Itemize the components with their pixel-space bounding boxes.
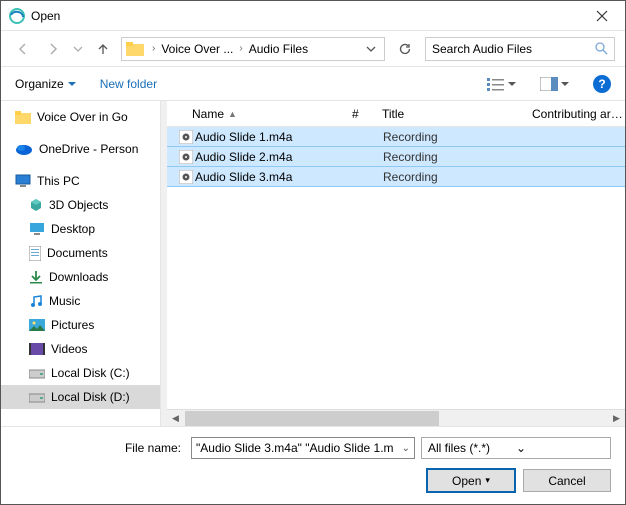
horizontal-scrollbar[interactable]: ◀ ▶	[167, 409, 625, 426]
audio-file-icon	[177, 130, 195, 144]
column-header[interactable]: Name▲ # Title Contributing artist	[167, 101, 625, 127]
pc-icon	[15, 174, 31, 188]
file-pane: Name▲ # Title Contributing artist Audio …	[167, 101, 625, 426]
tree-item[interactable]: Documents	[1, 241, 160, 265]
downloads-icon	[29, 270, 43, 284]
tree-item[interactable]: Local Disk (D:)	[1, 385, 160, 409]
folder-icon	[15, 110, 31, 124]
search-icon	[595, 42, 608, 55]
search-input[interactable]: Search Audio Files	[425, 37, 615, 61]
refresh-button[interactable]	[391, 37, 419, 61]
help-button[interactable]: ?	[593, 75, 611, 93]
music-icon	[29, 294, 43, 308]
desktop-icon	[29, 222, 45, 236]
cancel-button[interactable]: Cancel	[523, 469, 611, 492]
3d-icon	[29, 198, 43, 212]
window-title: Open	[31, 9, 579, 23]
tree-item[interactable]: Downloads	[1, 265, 160, 289]
address-dropdown[interactable]	[360, 44, 382, 54]
file-row[interactable]: Audio Slide 2.m4aRecording	[167, 146, 625, 167]
pictures-icon	[29, 319, 45, 331]
new-folder-button[interactable]: New folder	[100, 77, 157, 91]
close-button[interactable]	[579, 1, 625, 31]
search-placeholder: Search Audio Files	[432, 42, 595, 56]
tree-item[interactable]: This PC	[1, 169, 160, 193]
tree-item[interactable]: Voice Over in Go	[1, 105, 160, 129]
file-list[interactable]: Audio Slide 1.m4aRecordingAudio Slide 2.…	[167, 127, 625, 409]
tree-item[interactable]: Pictures	[1, 313, 160, 337]
folder-icon	[126, 42, 144, 56]
view-mode-button[interactable]	[487, 77, 516, 91]
filter-select[interactable]: All files (*.*) ⌄	[421, 437, 611, 459]
body: Voice Over in Go OneDrive - Person This PC…	[1, 101, 625, 426]
nav-tree[interactable]: Voice Over in Go OneDrive - Person This PC…	[1, 101, 161, 426]
back-button[interactable]	[11, 37, 35, 61]
toolbar: Organize New folder ?	[1, 67, 625, 101]
chevron-down-icon[interactable]: ⌄	[402, 443, 410, 454]
audio-file-icon	[177, 150, 195, 164]
navbar: › Voice Over ... › Audio Files Search Au…	[1, 31, 625, 67]
breadcrumb-seg2[interactable]: Audio Files	[249, 42, 308, 56]
breadcrumb-seg1[interactable]: Voice Over ...	[161, 42, 233, 56]
tree-item[interactable]: Videos	[1, 337, 160, 361]
file-row[interactable]: Audio Slide 1.m4aRecording	[167, 127, 625, 147]
chevron-down-icon: ⌄	[516, 441, 604, 455]
edge-icon	[9, 8, 25, 24]
bottom-panel: File name: "Audio Slide 3.m4a" "Audio Sl…	[1, 426, 625, 504]
tree-item[interactable]: Network	[1, 417, 160, 422]
tree-item[interactable]: Local Disk (C:)	[1, 361, 160, 385]
videos-icon	[29, 343, 45, 355]
tree-item[interactable]: 3D Objects	[1, 193, 160, 217]
open-dialog: Open › Voice Over ... › Audio Files Sear…	[0, 0, 626, 505]
chevron-right-icon[interactable]: ›	[150, 43, 157, 54]
docs-icon	[29, 246, 41, 261]
preview-pane-button[interactable]	[540, 77, 569, 91]
tree-item[interactable]: OneDrive - Person	[1, 137, 160, 161]
filename-label: File name:	[15, 441, 185, 455]
file-row[interactable]: Audio Slide 3.m4aRecording	[167, 166, 625, 187]
open-button[interactable]: Open ▾	[427, 469, 515, 492]
filename-input[interactable]: "Audio Slide 3.m4a" "Audio Slide 1.m ⌄	[191, 437, 415, 459]
up-button[interactable]	[91, 37, 115, 61]
disk-icon	[29, 367, 45, 379]
sort-asc-icon: ▲	[228, 109, 237, 119]
recent-dropdown[interactable]	[71, 37, 85, 61]
forward-button[interactable]	[41, 37, 65, 61]
onedrive-icon	[15, 143, 33, 155]
titlebar: Open	[1, 1, 625, 31]
chevron-right-icon[interactable]: ›	[237, 43, 244, 54]
tree-item[interactable]: Music	[1, 289, 160, 313]
disk-icon	[29, 391, 45, 403]
audio-file-icon	[177, 170, 195, 184]
address-bar[interactable]: › Voice Over ... › Audio Files	[121, 37, 385, 61]
organize-menu[interactable]: Organize	[15, 77, 76, 91]
tree-item[interactable]: Desktop	[1, 217, 160, 241]
